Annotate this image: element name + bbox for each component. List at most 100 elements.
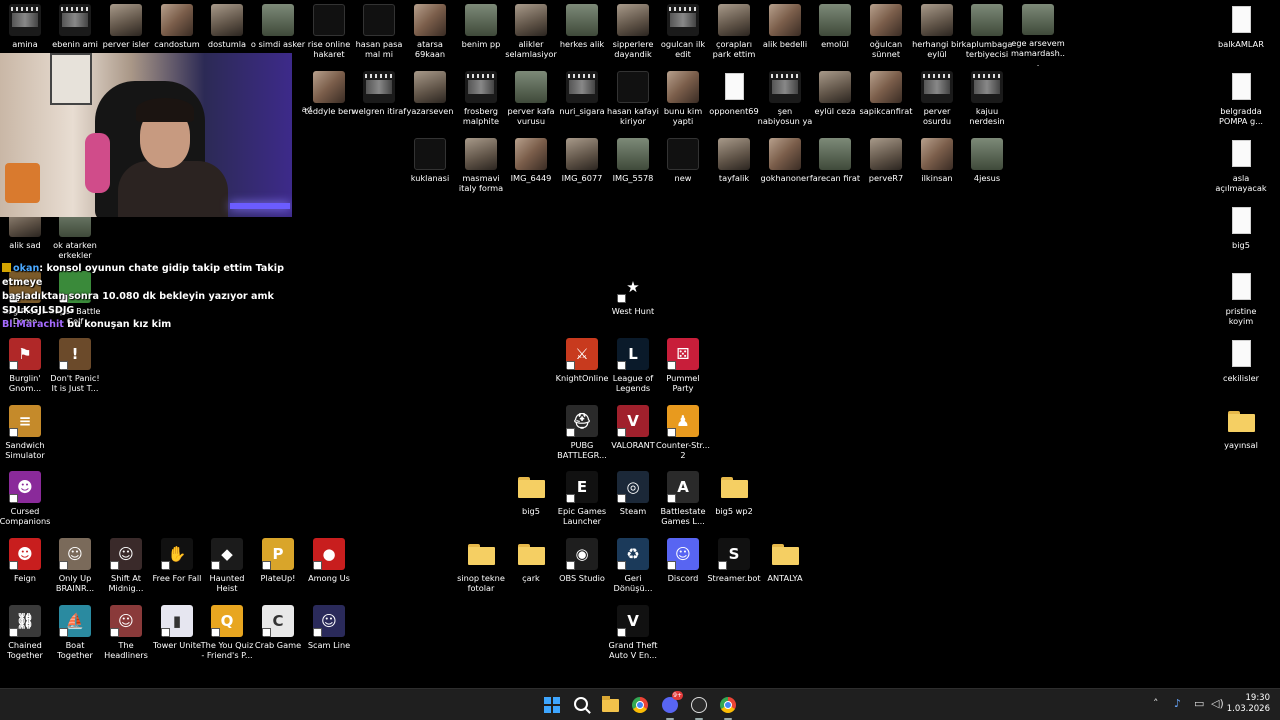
image-file-icon [921,4,953,36]
microphone-icon[interactable]: ♪ [1174,697,1181,711]
desktop-icon-battlestate-games-l[interactable]: A Battlestate Games L... [658,469,708,535]
desktop-icon-yazarseven[interactable]: yazarseven [405,69,455,135]
file-explorer-button[interactable] [599,694,621,716]
desktop-icon-hasan-kafayi-kiriyor[interactable]: hasan kafayi kiriyor [607,69,659,135]
desktop-icon-new[interactable]: new [658,136,708,202]
desktop-icon-obs-studio[interactable]: ◉ OBS Studio [557,536,607,602]
desktop-icon-big5[interactable]: big5 [1216,203,1266,269]
desktop-icon-yayınsal[interactable]: yayınsal [1216,403,1266,469]
desktop-icon-sapikcanfirat[interactable]: sapikcanfirat [860,69,912,135]
desktop-icon-çark[interactable]: çark [506,536,556,602]
desktop-icon-opponent69[interactable]: opponent69 [709,69,759,135]
desktop-icon-big5[interactable]: big5 [506,469,556,535]
desktop-icon-knightonline[interactable]: ⚔ KnightOnline [556,336,608,402]
desktop-icon-perver-osurdu[interactable]: perver osurdu [912,69,962,135]
desktop-icon-feign[interactable]: ☻ Feign [0,536,50,602]
desktop-icon-kaplumbaga-terbiyecisi[interactable]: kaplumbaga terbiyecisi [962,2,1012,68]
desktop-icon-kuklanasi[interactable]: kuklanasi [405,136,455,202]
desktop-icon-streamer-bot[interactable]: S Streamer.bot [707,536,761,602]
desktop-icon-ege-arsevem-mamardash[interactable]: ege arsevem mamardash... [1011,2,1065,68]
image-file-icon [262,4,294,36]
desktop-icon-bunu-kim-yapti[interactable]: bunu kim yapti [658,69,708,135]
desktop-icon-eylül-ceza[interactable]: eylül ceza [810,69,860,135]
desktop-icon-pummel-party[interactable]: ⚄ Pummel Party [658,336,708,402]
desktop-icon-crab-game[interactable]: C Crab Game [253,603,303,669]
obs-button[interactable] [688,694,710,720]
desktop-icon-only-up-brainr[interactable]: ☺ Only Up BRAINR... [50,536,100,602]
desktop-icon-boat-together[interactable]: ⛵ Boat Together [50,603,100,669]
desktop-icon-teddyle-ben[interactable]: teddyle ben [304,69,354,135]
desktop-icon-pubg-battlegr[interactable]: ⛑ PUBG BATTLEGR... [557,403,607,469]
desktop-icon-sandwich-simulator[interactable]: ≡ Sandwich Simulator [0,403,50,469]
desktop-icon-tayfalik[interactable]: tayfalik [709,136,759,202]
desktop-icon-cursed-companions[interactable]: ☻ Cursed Companions [0,469,50,535]
desktop-icon-herkes-alik[interactable]: herkes alik [557,2,607,68]
desktop-icon-grand-theft-auto-v-en[interactable]: V Grand Theft Auto V En... [608,603,658,669]
desktop-icon-the-headliners[interactable]: ☺ The Headliners [101,603,151,669]
desktop-icon-gokhanoner[interactable]: gokhanoner [760,136,810,202]
desktop-icon-frosberg-malphite[interactable]: frosberg malphite [456,69,506,135]
desktop-icon-rise-online-hakaret[interactable]: rise online hakaret [304,2,354,68]
desktop-icon-belgradda-pompa-g[interactable]: belgradda POMPA g... [1216,69,1266,135]
desktop-icon-perver7[interactable]: perveR7 [861,136,911,202]
desktop-icon-ogulcan-ilk-edit[interactable]: ogulcan ilk edit [658,2,708,68]
desktop-icon-geri-dönüşü[interactable]: ♻ Geri Dönüşü... [608,536,658,602]
discord-button[interactable]: 9+ [659,691,683,720]
desktop-icon-discord[interactable]: ☺ Discord [658,536,708,602]
desktop-icon-tower-unite[interactable]: ▮ Tower Unite [152,603,202,669]
desktop-icon-counter-str-2[interactable]: ♟ Counter-Str... 2 [656,403,710,469]
desktop-icon-shift-at-midnig[interactable]: ☺ Shift At Midnig... [101,536,151,602]
desktop-icon-don-t-panic-it-is-just-t[interactable]: ! Don't Panic! It is Just T... [50,336,100,402]
desktop-icon-among-us[interactable]: ● Among Us [304,536,354,602]
desktop-icon-alik-bedelli[interactable]: alik bedelli [760,2,810,68]
desktop-icon-plateup[interactable]: P PlateUp! [253,536,303,602]
desktop-icon-farecan-firat[interactable]: farecan firat [810,136,860,202]
desktop-icon-4jesus[interactable]: 4jesus [962,136,1012,202]
desktop-icon-chained-together[interactable]: ⛓ Chained Together [0,603,50,669]
desktop-icon-şen-nabiyosun-ya[interactable]: şen nabiyosun ya [758,69,812,135]
desktop-icon-hasan-pasa-mal-mi[interactable]: hasan pasa mal mi [354,2,404,68]
desktop-icon-emolül[interactable]: emolül [810,2,860,68]
chrome-button-2[interactable] [717,694,739,720]
tray-overflow-icon[interactable]: ˄ [1153,697,1159,711]
desktop-icon-welgren-itiraf[interactable]: welgren itiraf [352,69,406,135]
desktop-icon-the-you-quiz-friend-s-p[interactable]: Q The You Quiz - Friend's P... [201,603,253,669]
desktop-icon-big5-wp2[interactable]: big5 wp2 [709,469,759,535]
desktop-icon-scam-line[interactable]: ☺ Scam Line [304,603,354,669]
desktop-icon-pristine-koyim[interactable]: pristine koyim [1216,269,1266,335]
chrome-button[interactable] [629,694,651,716]
desktop-icon-steam[interactable]: ◎ Steam [608,469,658,535]
desktop-icon-img-6449[interactable]: IMG_6449 [506,136,556,202]
desktop-icon-oğulcan-sünnet[interactable]: oğulcan sünnet [861,2,911,68]
desktop-icon-benim-pp[interactable]: benim pp [456,2,506,68]
desktop-icon-img-6077[interactable]: IMG_6077 [557,136,607,202]
desktop-icon-sipperlere-dayandik[interactable]: sipperlere dayandik [608,2,658,68]
desktop-icon-free-for-fall[interactable]: ✋ Free For Fall [152,536,202,602]
desktop-icon-atarsa-69kaan[interactable]: atarsa 69kaan [405,2,455,68]
desktop-icon-sinop-tekne-fotolar[interactable]: sinop tekne fotolar [456,536,506,602]
desktop-icon-antalya[interactable]: ANTALYA [760,536,810,602]
desktop-icon-masmavi-italy-forma[interactable]: masmavi italy forma [456,136,506,202]
desktop-icon-img-5578[interactable]: IMG_5578 [608,136,658,202]
start-button[interactable] [541,694,563,716]
desktop-icon-ilkinsan[interactable]: ilkinsan [912,136,962,202]
system-clock[interactable]: 19:30 1.03.2026 [1220,693,1270,715]
video-file-icon [363,71,395,103]
desktop-icon-league-of-legends[interactable]: L League of Legends [608,336,658,402]
desktop-icon-asla-açılmayacak[interactable]: asla açılmayacak [1215,136,1267,202]
network-icon[interactable]: ▭ [1194,697,1204,711]
desktop-icon-epic-games-launcher[interactable]: E Epic Games Launcher [557,469,607,535]
desktop-icon-cekilisler[interactable]: cekilisler [1216,336,1266,402]
desktop-icon-west-hunt[interactable]: ★ West Hunt [608,269,658,335]
search-button[interactable] [570,694,592,716]
desktop-icon-valorant[interactable]: V VALORANT [608,403,658,469]
desktop-icon-perver-kafa-vurusu[interactable]: perver kafa vurusu [506,69,556,135]
desktop-icon-burglin-gnom[interactable]: ⚑ Burglin' Gnom... [0,336,50,402]
desktop-icon-çorapları-park-ettim[interactable]: çorapları park ettim [709,2,759,68]
desktop-icon-herhangi-bir-eylül[interactable]: herhangi bir eylül [912,2,962,68]
desktop-icon-nuri-sigara[interactable]: nuri_sigara [557,69,607,135]
desktop-icon-haunted-heist[interactable]: ◆ Haunted Heist [202,536,252,602]
desktop-icon-balkamlar[interactable]: balkAMLAR [1216,2,1266,68]
desktop-icon-alikler-selamlasiyor[interactable]: alikler selamlasiyor [505,2,557,68]
desktop-icon-kajuu-nerdesin[interactable]: kajuu nerdesin [962,69,1012,135]
